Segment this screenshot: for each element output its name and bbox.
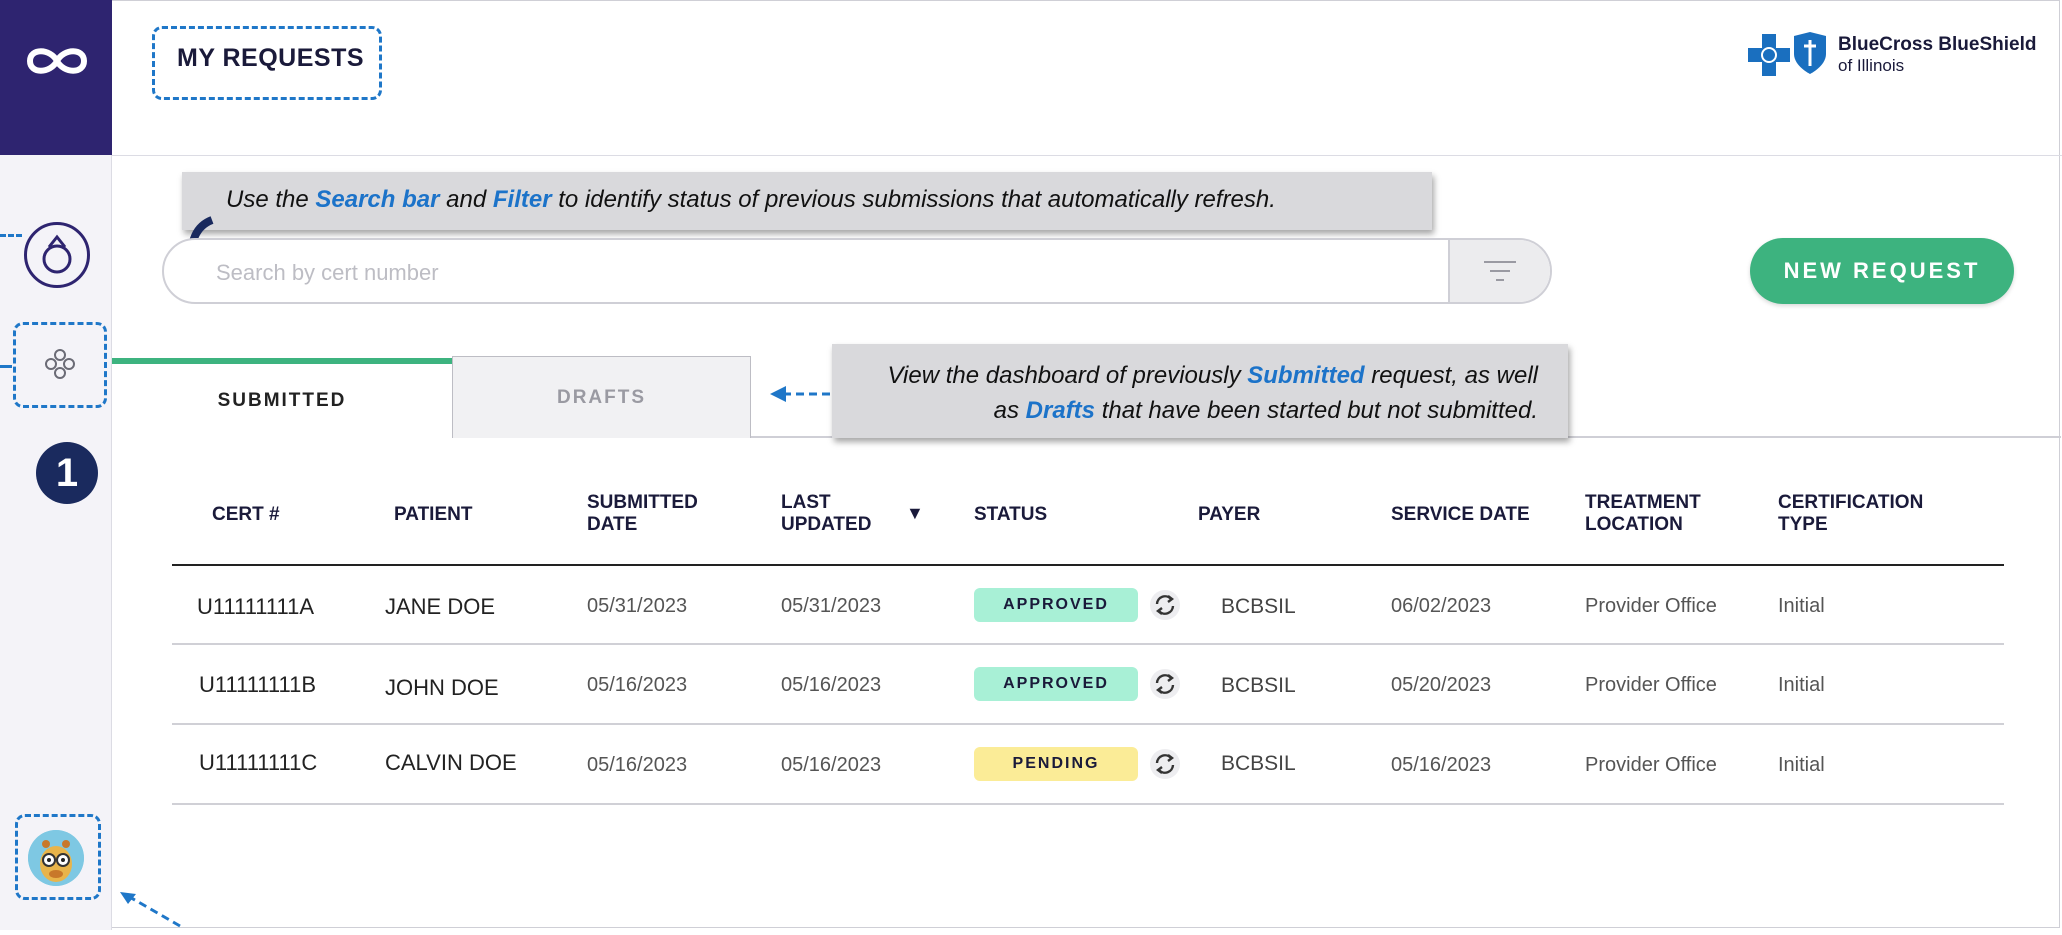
refresh-icon[interactable] bbox=[1150, 749, 1180, 779]
tab-submitted[interactable]: SUBMITTED bbox=[112, 364, 452, 438]
cell-location: Provider Office bbox=[1585, 595, 1717, 617]
logo-text-line2: of Illinois bbox=[1838, 56, 1905, 75]
cell-patient: CALVIN DOE bbox=[385, 750, 517, 775]
column-header-cert[interactable]: CERT # bbox=[212, 504, 280, 526]
cell-submitted: 05/16/2023 bbox=[587, 674, 688, 696]
callout-search-tip: Use the Search bar and Filter to identif… bbox=[182, 172, 1432, 230]
annotation-arrow-tabs bbox=[770, 384, 832, 409]
cell-location: Provider Office bbox=[1585, 754, 1717, 776]
column-header-certification-type[interactable]: CERTIFICATION TYPE bbox=[1778, 492, 1938, 536]
annotation-pointer-left-1 bbox=[0, 234, 22, 237]
avatar[interactable] bbox=[28, 830, 84, 886]
logo-text-line1: BlueCross BlueShield bbox=[1838, 34, 2037, 55]
refresh-icon[interactable] bbox=[1150, 590, 1180, 620]
column-header-last-updated[interactable]: LAST UPDATED bbox=[781, 492, 891, 536]
page-title: MY REQUESTS bbox=[177, 44, 365, 72]
status-badge: APPROVED bbox=[974, 667, 1138, 701]
search-bar bbox=[162, 238, 1552, 304]
cell-type: Initial bbox=[1778, 674, 1825, 696]
nav-profile-button[interactable] bbox=[24, 222, 90, 288]
header-divider bbox=[112, 155, 2062, 156]
apps-icon[interactable] bbox=[44, 348, 76, 385]
search-input[interactable] bbox=[214, 252, 1418, 294]
cell-patient: JANE DOE bbox=[385, 594, 496, 619]
cell-cert[interactable]: U11111111B bbox=[199, 672, 316, 698]
bcbs-cross-icon bbox=[1748, 34, 1790, 81]
cell-cert[interactable]: U11111111C bbox=[199, 750, 317, 776]
column-header-status[interactable]: STATUS bbox=[974, 504, 1047, 526]
refresh-icon[interactable] bbox=[1150, 669, 1180, 699]
infinity-logo-icon[interactable] bbox=[22, 40, 92, 87]
cell-submitted: 05/16/2023 bbox=[587, 754, 688, 776]
cell-updated: 05/16/2023 bbox=[781, 754, 882, 776]
annotation-arrow-avatar bbox=[118, 888, 188, 935]
sort-desc-icon[interactable]: ▼ bbox=[906, 502, 924, 524]
column-header-treatment-location[interactable]: TREATMENT LOCATION bbox=[1585, 492, 1715, 536]
cell-location: Provider Office bbox=[1585, 674, 1717, 696]
status-badge: APPROVED bbox=[974, 588, 1138, 622]
cell-cert[interactable]: U11111111A bbox=[197, 594, 314, 620]
row-divider bbox=[172, 723, 2004, 725]
cell-service-date: 05/20/2023 bbox=[1391, 674, 1492, 696]
cell-payer: BCBSIL bbox=[1221, 752, 1296, 775]
cell-type: Initial bbox=[1778, 754, 1825, 776]
column-header-patient[interactable]: PATIENT bbox=[394, 504, 472, 526]
cell-updated: 05/31/2023 bbox=[781, 595, 882, 617]
filter-button[interactable] bbox=[1448, 240, 1550, 302]
callout-tabs-tip: View the dashboard of previously Submitt… bbox=[832, 344, 1568, 438]
row-divider bbox=[172, 643, 2004, 645]
status-badge: PENDING bbox=[974, 747, 1138, 781]
tab-drafts[interactable]: DRAFTS bbox=[452, 356, 751, 438]
user-icon bbox=[42, 234, 72, 274]
cell-submitted: 05/31/2023 bbox=[587, 595, 688, 617]
cell-type: Initial bbox=[1778, 595, 1825, 617]
new-request-button[interactable]: NEW REQUEST bbox=[1750, 238, 2014, 304]
column-header-payer[interactable]: PAYER bbox=[1198, 504, 1260, 526]
column-header-service-date[interactable]: SERVICE DATE bbox=[1391, 504, 1530, 526]
step-badge: 1 bbox=[36, 442, 98, 504]
row-divider bbox=[172, 803, 2004, 805]
filter-icon bbox=[1484, 261, 1516, 281]
cell-payer: BCBSIL bbox=[1221, 674, 1296, 697]
cell-service-date: 06/02/2023 bbox=[1391, 595, 1492, 617]
annotation-pointer-left-2 bbox=[0, 365, 12, 368]
table-header-rule bbox=[172, 564, 2004, 566]
cell-service-date: 05/16/2023 bbox=[1391, 754, 1492, 776]
column-header-submitted-date[interactable]: SUBMITTED DATE bbox=[587, 492, 698, 536]
cell-updated: 05/16/2023 bbox=[781, 674, 882, 696]
cell-patient: JOHN DOE bbox=[385, 675, 499, 700]
window-frame bbox=[0, 0, 2060, 928]
bcbs-shield-icon bbox=[1792, 32, 1828, 81]
cell-payer: BCBSIL bbox=[1221, 595, 1296, 618]
